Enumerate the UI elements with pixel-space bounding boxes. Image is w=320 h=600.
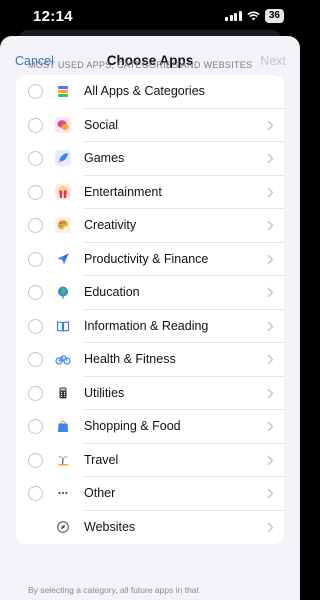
radio-button[interactable]: [28, 84, 43, 99]
cellular-signal-icon: [225, 11, 242, 21]
list-item-health-fitness[interactable]: Health & Fitness: [16, 343, 284, 377]
paper-plane-icon: [55, 251, 71, 267]
status-icons: 36: [225, 9, 284, 23]
chevron-right-icon: [267, 454, 274, 466]
list-item-label: Entertainment: [84, 184, 162, 199]
next-button[interactable]: Next: [260, 54, 286, 68]
chevron-right-icon: [267, 387, 274, 399]
radio-button[interactable]: [28, 285, 43, 300]
status-time: 12:14: [33, 8, 73, 25]
list-item-label: Utilities: [84, 385, 125, 400]
calculator-icon: [55, 385, 71, 401]
list-item-shopping-food[interactable]: Shopping & Food: [16, 410, 284, 444]
list-item-label: Creativity: [84, 218, 137, 232]
ellipsis-icon: [55, 485, 71, 501]
wifi-icon: [247, 11, 260, 21]
radio-button[interactable]: [28, 352, 43, 367]
battery-indicator: 36: [264, 9, 284, 23]
book-icon: [55, 318, 71, 334]
chevron-right-icon: [267, 220, 274, 231]
list-item-label: All Apps & Categories: [84, 84, 205, 98]
chevron-right-icon: [267, 421, 274, 432]
list-item-games[interactable]: Games: [16, 142, 284, 176]
list-item-label: Information & Reading: [84, 318, 209, 333]
chevron-right-icon: [267, 488, 274, 499]
radio-button[interactable]: [28, 419, 43, 434]
chevron-right-icon: [267, 521, 274, 533]
list-item-all-apps-categories[interactable]: All Apps & Categories: [16, 75, 284, 109]
globe-icon: [55, 284, 71, 300]
radio-button[interactable]: [28, 218, 43, 233]
category-list: All Apps & Categories Social Games Enter…: [16, 75, 284, 544]
compass-icon: [55, 519, 71, 535]
chevron-right-icon: [267, 320, 274, 332]
bicycle-icon: [55, 351, 71, 367]
list-item-entertainment[interactable]: Entertainment: [16, 176, 284, 209]
radio-button[interactable]: [28, 184, 43, 200]
list-item-label: Productivity & Finance: [84, 251, 209, 266]
popcorn-icon: [55, 183, 71, 200]
radio-button[interactable]: [28, 117, 43, 133]
list-item-label: Websites: [84, 519, 136, 534]
palm-tree-icon: [55, 452, 71, 468]
list-item-label: Health & Fitness: [84, 352, 176, 366]
status-bar: 12:14 36: [0, 0, 300, 34]
chevron-right-icon: [267, 153, 274, 164]
list-item-label: Other: [84, 486, 116, 500]
radio-button[interactable]: [28, 385, 43, 401]
shopping-bag-icon: [55, 418, 71, 434]
list-item-label: Games: [84, 151, 125, 165]
list-item-information-reading[interactable]: Information & Reading: [16, 310, 284, 343]
footer-note: By selecting a category, all future apps…: [28, 585, 199, 595]
list-item-social[interactable]: Social: [16, 109, 284, 142]
chevron-right-icon: [267, 119, 274, 131]
radio-button[interactable]: [28, 318, 43, 334]
chevron-right-icon: [267, 186, 274, 198]
list-item-productivity-finance[interactable]: Productivity & Finance: [16, 243, 284, 276]
list-item-label: Travel: [84, 452, 119, 467]
radio-button[interactable]: [28, 251, 43, 267]
rocket-icon: [55, 150, 71, 166]
list-item-education[interactable]: Education: [16, 276, 284, 310]
list-item-label: Education: [84, 285, 140, 299]
radio-button[interactable]: [28, 151, 43, 166]
list-item-utilities[interactable]: Utilities: [16, 377, 284, 410]
radio-button[interactable]: [28, 452, 43, 468]
list-item-label: Social: [84, 117, 119, 132]
chevron-right-icon: [267, 354, 274, 365]
chevron-right-icon: [267, 253, 274, 265]
list-item-websites[interactable]: Websites: [16, 511, 284, 545]
radio-button[interactable]: [28, 486, 43, 501]
section-header: Most used apps, categories and websites: [28, 60, 253, 70]
list-item-label: Shopping & Food: [84, 419, 181, 433]
palette-icon: [55, 217, 71, 233]
list-item-other[interactable]: Other: [16, 477, 284, 511]
list-item-creativity[interactable]: Creativity: [16, 209, 284, 243]
chevron-right-icon: [267, 287, 274, 298]
stack-icon: [55, 83, 71, 99]
list-item-travel[interactable]: Travel: [16, 444, 284, 477]
chat-bubbles-icon: [55, 116, 71, 133]
